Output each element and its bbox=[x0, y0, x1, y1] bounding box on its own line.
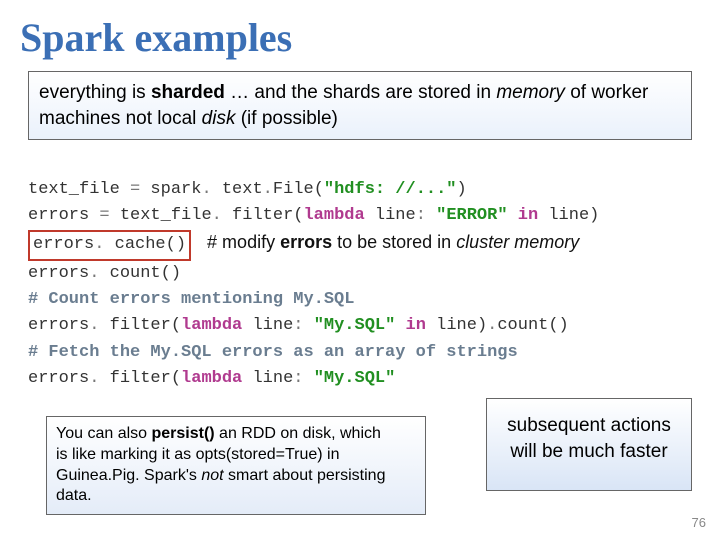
intro-memory: memory bbox=[496, 82, 565, 103]
subsequent-callout: subsequent actions will be much faster bbox=[486, 398, 692, 491]
code-line-3: errors. cache()# modify errors to be sto… bbox=[28, 235, 579, 254]
intro-callout: everything is sharded … and the shards a… bbox=[28, 71, 692, 140]
intro-text-mid1: … and the shards are stored in bbox=[225, 82, 496, 103]
code-line-6: errors. filter(lambda line: "My.SQL" in … bbox=[28, 316, 569, 335]
code-line-8: errors. filter(lambda line: "My.SQL" bbox=[28, 369, 395, 388]
code-line-1: text_file = spark. text.File("hdfs: //..… bbox=[28, 180, 467, 199]
intro-disk: disk bbox=[202, 108, 236, 129]
persist-callout: You can also persist() an RDD on disk, w… bbox=[46, 416, 426, 515]
persist-text-b: an RDD on disk, which bbox=[215, 425, 381, 442]
code-line-7: # Fetch the My.SQL errors as an array of… bbox=[28, 343, 518, 362]
code-line-5: # Count errors mentioning My.SQL bbox=[28, 290, 354, 309]
page-number: 76 bbox=[692, 515, 706, 530]
code-line-4: errors. count() bbox=[28, 264, 181, 283]
persist-fn: persist() bbox=[151, 425, 214, 442]
intro-text-post: (if possible) bbox=[235, 108, 337, 129]
cache-annotation: # modify errors to be stored in cluster … bbox=[207, 232, 579, 252]
slide-title: Spark examples bbox=[0, 0, 720, 65]
intro-text-pre: everything is bbox=[39, 82, 151, 103]
subsequent-text: subsequent actions will be much faster bbox=[507, 415, 671, 462]
persist-not: not bbox=[201, 467, 223, 484]
intro-sharded: sharded bbox=[151, 82, 225, 103]
persist-text-a: You can also bbox=[56, 425, 151, 442]
code-block: text_file = spark. text.File("hdfs: //..… bbox=[28, 150, 720, 392]
cache-highlight-box: errors. cache() bbox=[28, 230, 191, 260]
code-line-2: errors = text_file. filter(lambda line: … bbox=[28, 206, 599, 225]
